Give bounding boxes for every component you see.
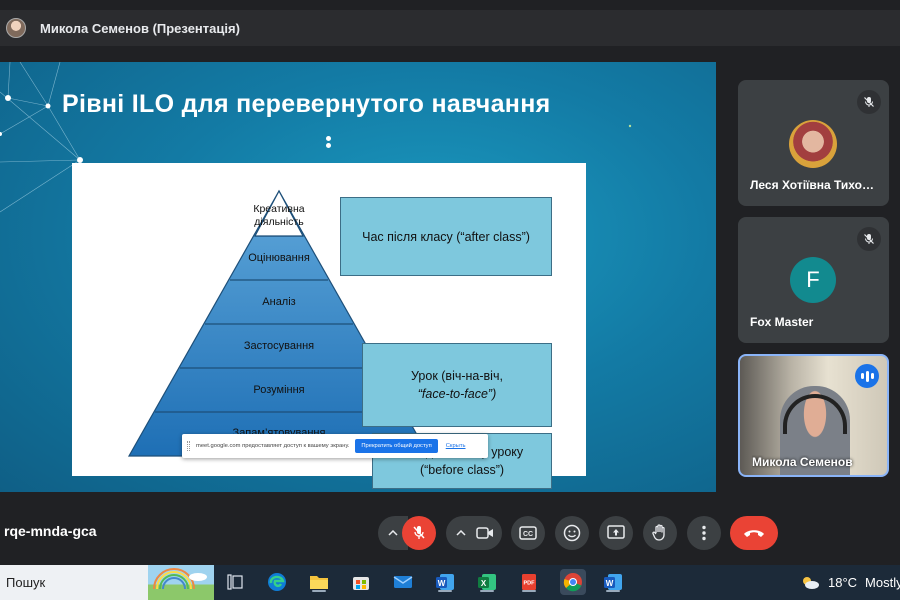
mail-icon — [393, 576, 413, 588]
more-options-button[interactable] — [687, 516, 721, 550]
ilo-diagram: Креативна діяльність Оцінювання Аналіз З… — [72, 163, 586, 489]
participant-avatar — [789, 120, 837, 168]
search-highlight-image — [148, 565, 214, 600]
hide-notice-link[interactable]: Скрыть — [446, 443, 466, 449]
word-icon: W — [436, 574, 454, 590]
raise-hand-icon — [652, 524, 665, 541]
before-class-text-line2: (“before class”) — [419, 463, 505, 477]
speaking-indicator-icon — [855, 364, 879, 388]
task-view-button[interactable] — [224, 571, 246, 593]
folder-icon — [310, 576, 328, 589]
share-message: meet.google.com предоставляет доступ к в… — [196, 443, 350, 449]
edge-icon — [268, 573, 286, 591]
slide-title: Рівні ILO для перевернутого навчання — [62, 90, 551, 118]
lesson-text-line1: Урок (віч-на-віч, — [411, 369, 503, 383]
microphone-toggle-button[interactable] — [402, 516, 436, 550]
word-icon: W — [604, 574, 622, 590]
participant-tile-lesia[interactable]: Леся Хотіївна Тихонова — [738, 80, 889, 206]
active-indicator — [480, 590, 494, 592]
search-placeholder: Пошук — [6, 575, 46, 590]
after-class-box: Час після класу (“after class”) — [340, 197, 552, 276]
taskbar-word-2[interactable]: W — [602, 571, 624, 593]
taskbar-pdf-reader[interactable]: PDF — [518, 571, 540, 593]
captions-button[interactable]: CC — [511, 516, 545, 550]
active-indicator — [438, 590, 452, 592]
meeting-code: rqe-mnda-gca — [4, 523, 97, 539]
svg-text:X: X — [481, 579, 487, 588]
mic-off-icon — [857, 90, 881, 114]
lesson-box: Урок (віч-на-віч, “face-to-face”) — [362, 343, 552, 427]
end-call-icon — [744, 530, 764, 537]
svg-text:W: W — [606, 579, 614, 588]
active-indicator — [312, 590, 326, 592]
participant-tile-fox[interactable]: F Fox Master — [738, 217, 889, 343]
svg-text:CC: CC — [523, 531, 533, 538]
participant-name: Леся Хотіївна Тихонова — [750, 178, 880, 192]
taskbar-chrome[interactable] — [560, 569, 586, 595]
leave-call-button[interactable] — [730, 516, 778, 550]
chevron-up-icon — [456, 530, 466, 536]
more-vert-icon — [702, 525, 706, 541]
participant-tile-mykola[interactable]: Микола Семенов — [738, 354, 889, 477]
partly-cloudy-icon — [803, 577, 819, 589]
svg-text:PDF: PDF — [524, 581, 536, 587]
drag-handle[interactable] — [187, 441, 190, 451]
presentation-bar: Микола Семенов (Презентація) — [0, 10, 900, 46]
taskbar-word[interactable]: W — [434, 571, 456, 593]
reactions-button[interactable] — [555, 516, 589, 550]
chevron-up-icon — [388, 530, 398, 536]
screen-share-notice: meet.google.com предоставляет доступ к в… — [182, 434, 488, 458]
after-class-text: Час після класу (“after class”) — [362, 229, 530, 244]
camera-icon — [476, 527, 493, 539]
pyramid-level-apply: Застосування — [243, 340, 315, 352]
active-indicator — [522, 590, 536, 592]
mic-off-icon — [413, 526, 425, 539]
presenter-title: Микола Семенов (Презентація) — [40, 20, 240, 36]
chrome-icon — [563, 573, 582, 592]
closed-captions-icon: CC — [519, 526, 537, 540]
active-indicator — [606, 590, 620, 592]
store-icon — [353, 577, 369, 590]
presenter-avatar — [6, 18, 26, 38]
weather-temperature: 18°C — [828, 574, 858, 590]
slide-bullet — [326, 136, 331, 141]
windows-taskbar: Пошук W X PDF W 18°C Mostly — [0, 565, 900, 600]
stop-sharing-button[interactable]: Прекратить общий доступ — [355, 439, 438, 453]
task-view-icon — [227, 574, 243, 590]
lesson-text-line2: “face-to-face”) — [417, 387, 497, 401]
taskbar-edge[interactable] — [266, 571, 288, 593]
presented-slide: Рівні ILO для перевернутого навчання Кре… — [0, 62, 716, 492]
raise-hand-button[interactable] — [643, 516, 677, 550]
excel-icon: X — [478, 574, 496, 590]
slide-bullet — [326, 143, 331, 148]
taskbar-search-box[interactable]: Пошук — [0, 565, 214, 600]
present-screen-button[interactable] — [599, 516, 633, 550]
emoji-icon — [563, 524, 581, 542]
taskbar-mail[interactable] — [392, 571, 414, 593]
pyramid-level-understand: Розуміння — [253, 384, 305, 396]
camera-toggle-button[interactable] — [468, 516, 502, 550]
weather-condition: Mostly — [865, 574, 900, 590]
taskbar-file-explorer[interactable] — [308, 571, 330, 593]
participant-name: Микола Семенов — [752, 455, 853, 469]
svg-text:W: W — [438, 579, 446, 588]
mic-off-icon — [857, 227, 881, 251]
weather-widget[interactable]: 18°C Mostly — [800, 574, 900, 590]
present-screen-icon — [607, 525, 625, 539]
participant-name: Fox Master — [750, 315, 814, 329]
pyramid-level-analyze: Аналіз — [262, 296, 296, 308]
pyramid-level-create: Креативна діяльність — [253, 203, 305, 228]
taskbar-excel[interactable]: X — [476, 571, 498, 593]
participant-avatar: F — [790, 257, 836, 303]
taskbar-store[interactable] — [350, 571, 372, 593]
pyramid-level-evaluate: Оцінювання — [248, 252, 310, 264]
pdf-icon: PDF — [522, 574, 536, 590]
meet-window: Микола Семенов (Презентація) Рівні ILO д… — [0, 0, 900, 600]
